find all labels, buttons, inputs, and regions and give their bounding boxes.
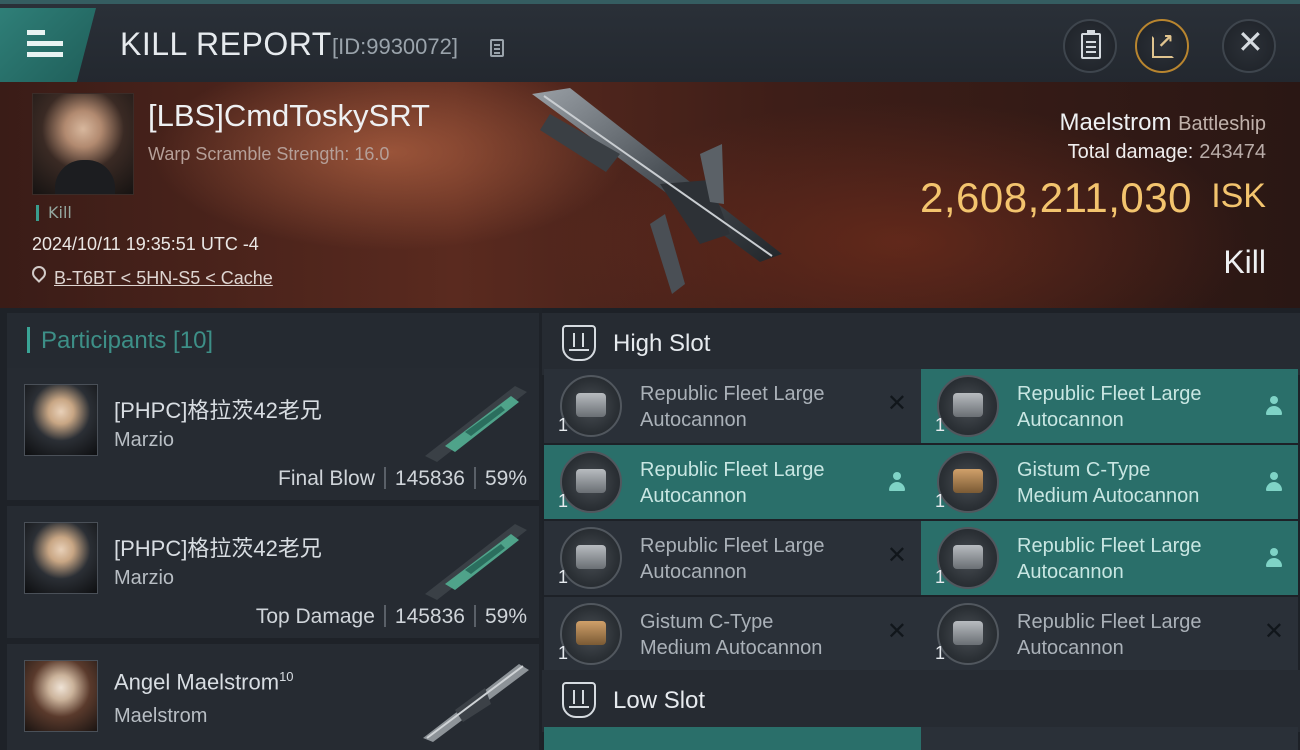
high-slot-header: High Slot	[542, 313, 1300, 375]
participant-ship: Marzio	[114, 567, 175, 589]
copy-icon[interactable]	[490, 39, 504, 57]
participant-ship: Marzio	[114, 429, 175, 451]
clipboard-button[interactable]	[1063, 19, 1117, 73]
participant-ship-icon	[423, 664, 529, 742]
avatar[interactable]	[24, 522, 98, 594]
module-item[interactable]: 1 Republic Fleet Large Autocannon	[544, 445, 921, 519]
module-item[interactable]	[544, 727, 921, 750]
module-name: Republic Fleet Large Autocannon	[1017, 383, 1202, 431]
share-icon	[1152, 29, 1174, 58]
avatar[interactable]	[24, 660, 98, 732]
module-item[interactable]: 1 Gistum C-Type Medium Autocannon ✕	[544, 597, 921, 671]
high-slot-title: High Slot	[613, 330, 711, 357]
victim-ship-name: Maelstrom Battleship	[1059, 109, 1266, 136]
module-name: Republic Fleet Large Autocannon	[640, 535, 825, 583]
participant-card[interactable]: [PHPC]格拉茨42老兄 Marzio Final Blow 145836 59%	[7, 368, 539, 500]
menu-button[interactable]	[0, 8, 96, 82]
share-button[interactable]	[1135, 19, 1189, 73]
module-item[interactable]: 1 Republic Fleet Large Autocannon	[921, 521, 1298, 595]
page-title: KILL REPORT	[120, 26, 332, 62]
autocannon-icon	[560, 451, 622, 513]
module-quantity: 1	[558, 415, 569, 435]
kill-banner: [LBS]CmdToskySRT Warp Scramble Strength:…	[0, 82, 1300, 308]
participants-title: Participants [10]	[41, 327, 214, 354]
dropped-person-icon	[1266, 472, 1282, 492]
module-quantity: 1	[558, 567, 569, 587]
warp-scramble-strength: Warp Scramble Strength: 16.0	[148, 144, 390, 164]
autocannon-icon	[937, 451, 999, 513]
kill-tag: Kill	[36, 205, 72, 221]
participant-stats: Top Damage 145836 59%	[255, 605, 527, 628]
isk-unit: ISK	[1211, 177, 1266, 215]
autocannon-icon	[560, 603, 622, 665]
participants-panel: Participants [10] [PHPC]格拉茨42老兄 Marzio F…	[0, 308, 542, 750]
participant-name: [PHPC]格拉茨42老兄	[114, 536, 322, 561]
dropped-person-icon	[1266, 548, 1282, 568]
participants-header: Participants [10]	[7, 313, 539, 369]
participant-stats: Final Blow 145836 59%	[278, 467, 527, 490]
clipboard-icon	[1081, 30, 1101, 59]
report-id: [ID:9930072]	[332, 34, 458, 59]
module-name: Gistum C-Type Medium Autocannon	[1017, 459, 1200, 507]
isk-value: 2,608,211,030	[920, 174, 1192, 221]
dropped-person-icon	[889, 472, 905, 492]
module-name: Gistum C-Type Medium Autocannon	[640, 611, 823, 659]
module-quantity: 1	[935, 643, 946, 663]
autocannon-icon	[937, 603, 999, 665]
total-damage: Total damage: 243474	[1067, 141, 1266, 163]
module-item[interactable]: 1 Republic Fleet Large Autocannon	[921, 369, 1298, 443]
participant-card[interactable]: Angel Maelstrom10 Maelstrom	[7, 644, 539, 750]
module-item[interactable]: 1 Republic Fleet Large Autocannon ✕	[544, 369, 921, 443]
location-link[interactable]: B-T6BT < 5HN-S5 < Cache	[54, 268, 273, 289]
module-item[interactable]: 1 Republic Fleet Large Autocannon ✕	[921, 597, 1298, 671]
module-name: Republic Fleet Large Autocannon	[640, 459, 825, 507]
participant-card[interactable]: [PHPC]格拉茨42老兄 Marzio Top Damage 145836 59%	[7, 506, 539, 638]
module-name: Republic Fleet Large Autocannon	[1017, 611, 1202, 659]
high-slot-icon	[562, 325, 596, 361]
module-quantity: 1	[935, 567, 946, 587]
victim-name[interactable]: [LBS]CmdToskySRT	[148, 98, 430, 134]
destroyed-icon: ✕	[1263, 617, 1284, 645]
module-item[interactable]	[921, 727, 1298, 750]
dropped-person-icon	[1266, 396, 1282, 416]
autocannon-icon	[560, 527, 622, 589]
participant-name: Angel Maelstrom10	[114, 669, 294, 695]
location-pin-icon	[29, 263, 49, 283]
kill-datetime: 2024/10/11 19:35:51 UTC -4	[32, 234, 259, 254]
participant-ship-icon	[425, 524, 527, 600]
fitting-panel: High Slot 1 Republic Fleet Large Autocann…	[542, 308, 1300, 750]
low-slot-title: Low Slot	[613, 687, 706, 714]
module-quantity: 1	[935, 415, 946, 435]
module-item[interactable]: 1 Gistum C-Type Medium Autocannon	[921, 445, 1298, 519]
destroyed-icon: ✕	[886, 389, 907, 417]
close-icon: ✕	[1237, 23, 1264, 61]
participant-ship-icon	[425, 386, 527, 462]
destroyed-icon: ✕	[886, 541, 907, 569]
low-slot-header: Low Slot	[542, 670, 1300, 732]
module-quantity: 1	[935, 491, 946, 511]
autocannon-icon	[937, 527, 999, 589]
destroyed-icon: ✕	[886, 617, 907, 645]
close-button[interactable]: ✕	[1222, 19, 1276, 73]
module-item[interactable]: 1 Republic Fleet Large Autocannon ✕	[544, 521, 921, 595]
module-name: Republic Fleet Large Autocannon	[1017, 535, 1202, 583]
hamburger-icon	[27, 30, 63, 58]
autocannon-icon	[560, 375, 622, 437]
module-quantity: 1	[558, 643, 569, 663]
autocannon-icon	[937, 375, 999, 437]
module-quantity: 1	[558, 491, 569, 511]
participant-name: [PHPC]格拉茨42老兄	[114, 398, 322, 423]
victim-avatar[interactable]	[32, 93, 134, 195]
result-label: Kill	[1223, 244, 1266, 280]
module-name: Republic Fleet Large Autocannon	[640, 383, 825, 431]
victim-ship-image	[532, 88, 782, 294]
avatar[interactable]	[24, 384, 98, 456]
header-bar: KILL REPORT [ID:9930072] ✕	[0, 0, 1300, 82]
header-accent-bar	[27, 327, 30, 353]
participant-ship: Maelstrom	[114, 705, 208, 727]
low-slot-icon	[562, 682, 596, 718]
